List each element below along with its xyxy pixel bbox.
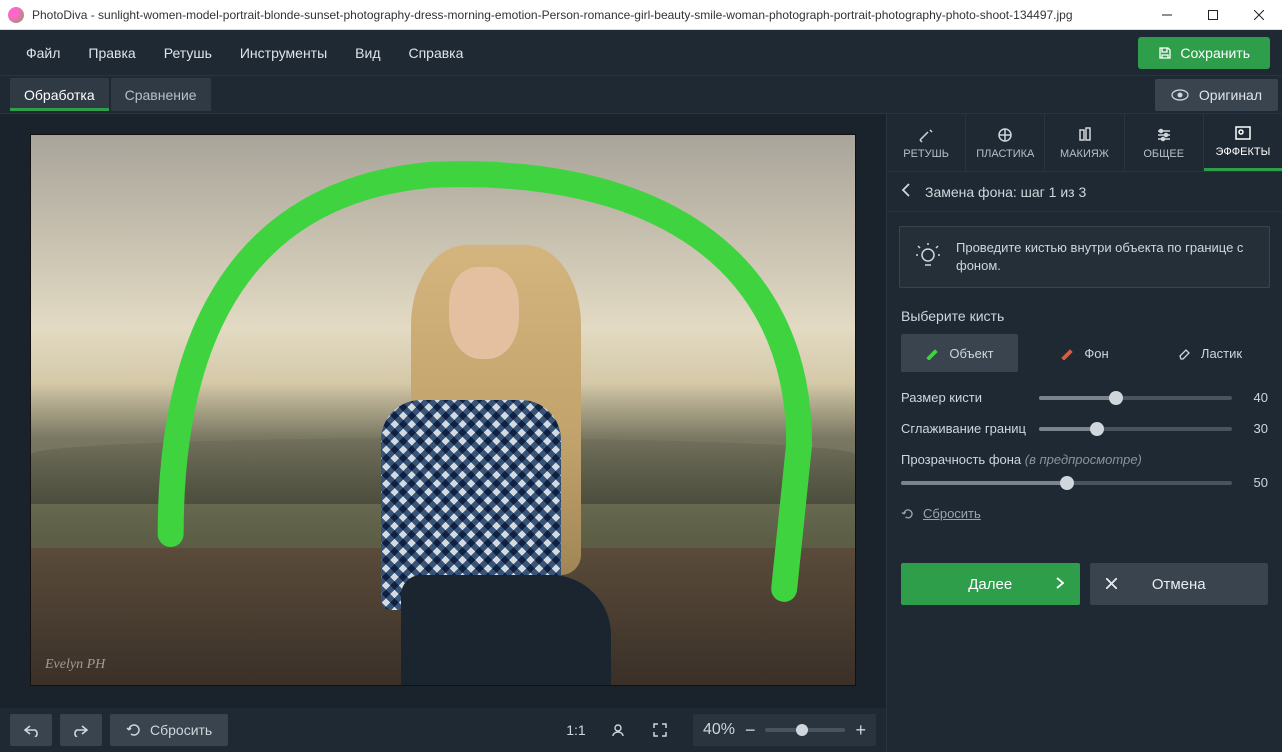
breadcrumb-text: Замена фона: шаг 1 из 3: [925, 184, 1086, 200]
cancel-button[interactable]: Отмена: [1090, 563, 1269, 605]
view-tabs: Обработка Сравнение Оригинал: [0, 76, 1282, 114]
tab-compare[interactable]: Сравнение: [111, 78, 211, 111]
window-title: PhotoDiva - sunlight-women-model-portrai…: [32, 8, 1144, 22]
eraser-icon: [1177, 346, 1191, 360]
reset-button[interactable]: Сбросить: [110, 714, 228, 746]
brush-object-button[interactable]: Объект: [901, 334, 1018, 372]
original-toggle[interactable]: Оригинал: [1155, 79, 1278, 111]
app-logo-icon: [8, 7, 24, 23]
side-tab-retouch[interactable]: РЕТУШЬ: [887, 114, 966, 171]
bg-opacity-slider[interactable]: Прозрачность фона (в предпросмотре) 50: [901, 452, 1268, 490]
brush-size-slider[interactable]: Размер кисти 40: [901, 390, 1268, 405]
minimize-button[interactable]: [1144, 0, 1190, 30]
titlebar: PhotoDiva - sunlight-women-model-portrai…: [0, 0, 1282, 30]
lightbulb-icon: [914, 243, 942, 271]
maximize-button[interactable]: [1190, 0, 1236, 30]
brush-background-button[interactable]: Фон: [1026, 334, 1143, 372]
next-button[interactable]: Далее: [901, 563, 1080, 605]
image-viewport[interactable]: Evelyn PH: [30, 134, 856, 686]
eye-icon: [1171, 89, 1189, 101]
bottom-toolbar: Сбросить 1:1 40% − +: [0, 708, 886, 752]
breadcrumb: Замена фона: шаг 1 из 3: [887, 172, 1282, 212]
zoom-value: 40%: [703, 721, 735, 739]
zoom-in-button[interactable]: +: [855, 720, 866, 741]
menu-edit[interactable]: Правка: [74, 39, 149, 67]
fullscreen-button[interactable]: [643, 723, 677, 737]
back-button[interactable]: [901, 183, 911, 200]
brush-heading: Выберите кисть: [901, 308, 1268, 324]
side-tab-makeup[interactable]: МАКИЯЖ: [1045, 114, 1124, 171]
tip-text: Проведите кистью внутри объекта по грани…: [956, 239, 1255, 275]
side-tabs: РЕТУШЬ ПЛАСТИКА МАКИЯЖ ОБЩЕЕ ЭФФЕКТЫ: [887, 114, 1282, 172]
close-button[interactable]: [1236, 0, 1282, 30]
menu-help[interactable]: Справка: [394, 39, 477, 67]
zoom-slider[interactable]: [765, 728, 845, 732]
edge-smooth-slider[interactable]: Сглаживание границ 30: [901, 421, 1268, 436]
redo-button[interactable]: [60, 714, 102, 746]
canvas-area: Evelyn PH Сбросить 1:1 40% − +: [0, 114, 886, 752]
side-panel: РЕТУШЬ ПЛАСТИКА МАКИЯЖ ОБЩЕЕ ЭФФЕКТЫ Зам…: [886, 114, 1282, 752]
menu-tools[interactable]: Инструменты: [226, 39, 341, 67]
menu-file[interactable]: Файл: [12, 39, 74, 67]
menubar: Файл Правка Ретушь Инструменты Вид Справ…: [0, 30, 1282, 76]
save-button[interactable]: Сохранить: [1138, 37, 1270, 69]
side-tab-general[interactable]: ОБЩЕЕ: [1125, 114, 1204, 171]
close-icon: [1106, 576, 1117, 593]
tab-process[interactable]: Обработка: [10, 78, 109, 111]
refresh-icon: [126, 722, 142, 738]
fit-1to1-button[interactable]: 1:1: [559, 722, 593, 738]
reset-link[interactable]: Сбросить: [901, 506, 1268, 521]
brush-icon: [925, 346, 939, 360]
tip-box: Проведите кистью внутри объекта по грани…: [899, 226, 1270, 288]
zoom-out-button[interactable]: −: [745, 720, 756, 741]
menu-retouch[interactable]: Ретушь: [150, 39, 226, 67]
brush-icon: [1060, 346, 1074, 360]
brush-eraser-button[interactable]: Ластик: [1151, 334, 1268, 372]
face-detect-button[interactable]: [601, 722, 635, 738]
undo-button[interactable]: [10, 714, 52, 746]
save-icon: [1158, 46, 1172, 60]
side-tab-effects[interactable]: ЭФФЕКТЫ: [1204, 114, 1282, 171]
watermark: Evelyn PH: [45, 657, 105, 673]
menu-view[interactable]: Вид: [341, 39, 394, 67]
refresh-icon: [901, 507, 915, 521]
chevron-right-icon: [1056, 576, 1064, 593]
side-tab-plastic[interactable]: ПЛАСТИКА: [966, 114, 1045, 171]
zoom-control: 40% − +: [693, 714, 876, 746]
